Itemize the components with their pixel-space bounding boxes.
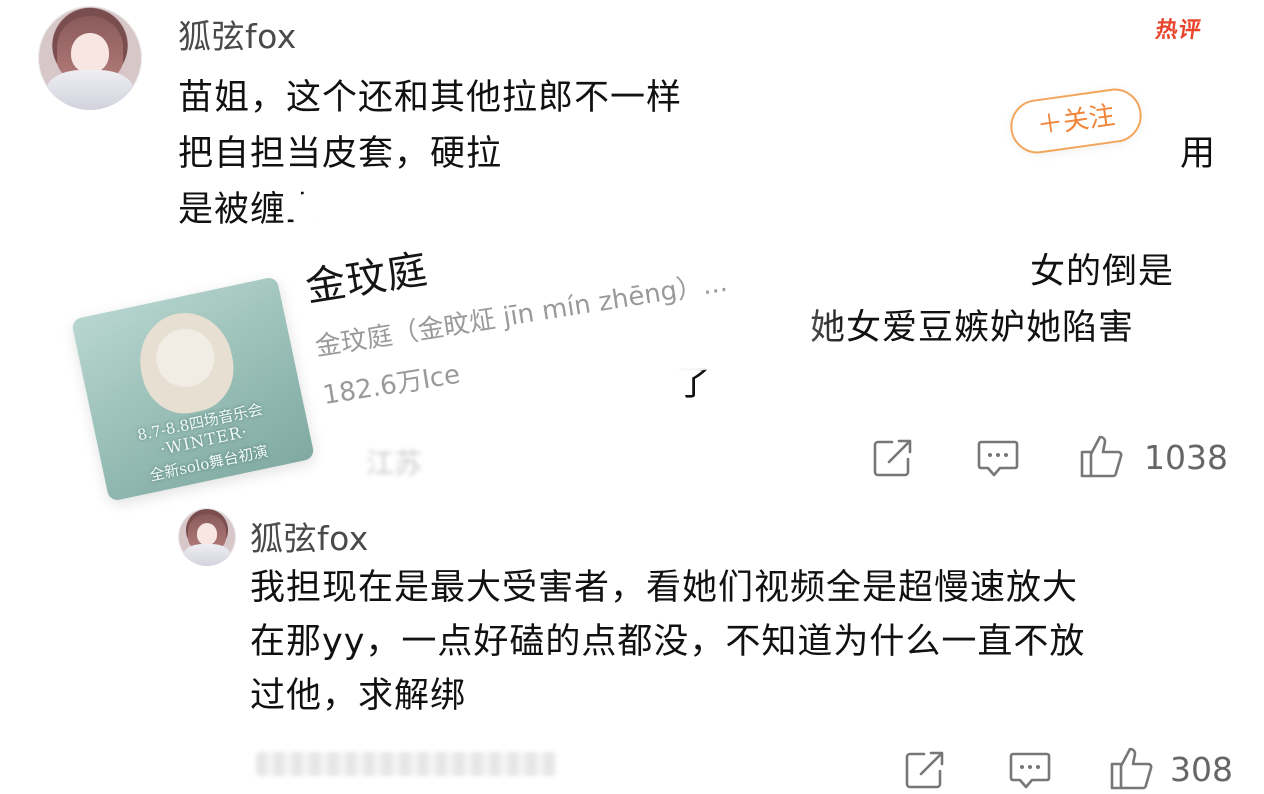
reply-like-icon[interactable] [1108,744,1156,792]
comment-line-end-fragment: 用 [1180,134,1217,174]
reply-avatar[interactable] [178,508,236,566]
comment-fragment-a: 女的倒是 [1030,252,1175,292]
reply-line-3: 过他，求解绑 [250,676,467,716]
comment-line-1: 苗姐，这个还和其他拉郎不一样 [178,78,683,118]
share-icon[interactable] [872,438,914,478]
reply-line-1: 我担现在是最大受害者，看她们视频全是超慢速放大 [250,568,1079,608]
comment-username[interactable]: 狐弦fox [178,10,297,58]
reply-meta-blurred [256,752,556,776]
hot-comment-badge: 热评 [1153,18,1204,43]
profile-popup-cover[interactable]: 8.7-8.8四场音乐会 ·WINTER· 全新solo舞台初演 [70,276,316,502]
avatar[interactable] [38,6,142,110]
reply-line-2: 在那yy，一点好磕的点都没，不知道为什么一直不放 [250,622,1086,662]
comment-icon[interactable] [976,438,1020,480]
follow-button[interactable]: ＋关注 [1006,85,1146,157]
reply-comment-icon[interactable] [1008,750,1052,792]
reply-share-icon[interactable] [904,750,946,790]
reply-username[interactable]: 狐弦fox [250,512,369,560]
reply-like-count: 308 [1170,750,1233,789]
comment-fragment-b: 她女爱豆嫉妒她陷害 [810,308,1135,348]
comment-location: 江苏 [366,447,423,480]
like-count: 1038 [1144,438,1228,477]
like-icon[interactable] [1078,432,1126,480]
